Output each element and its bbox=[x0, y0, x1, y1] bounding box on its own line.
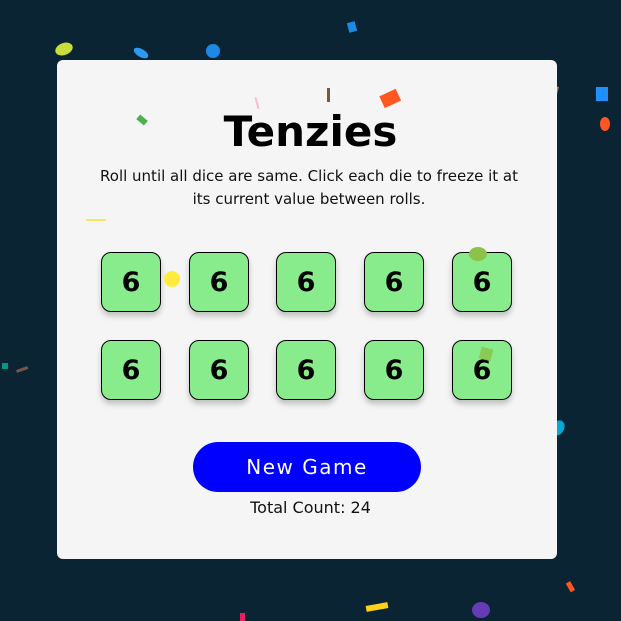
confetti-piece bbox=[346, 21, 358, 33]
new-game-button[interactable]: New Game bbox=[193, 442, 421, 492]
confetti-piece bbox=[240, 613, 245, 621]
confetti-piece bbox=[365, 602, 389, 612]
confetti-piece bbox=[16, 366, 29, 373]
confetti-piece bbox=[472, 602, 490, 618]
confetti-piece bbox=[565, 581, 576, 593]
confetti-piece bbox=[55, 42, 73, 56]
confetti-piece bbox=[596, 87, 608, 101]
game-instructions: Roll until all dice are same. Click each… bbox=[100, 167, 518, 208]
die-10[interactable]: 6 bbox=[452, 340, 512, 400]
confetti-piece bbox=[2, 363, 8, 369]
die-7[interactable]: 6 bbox=[189, 340, 249, 400]
die-8[interactable]: 6 bbox=[276, 340, 336, 400]
dice-grid: 6 6 6 6 6 6 6 6 6 6 bbox=[101, 252, 513, 402]
game-title: Tenzies bbox=[223, 107, 398, 156]
die-5[interactable]: 6 bbox=[452, 252, 512, 312]
die-9[interactable]: 6 bbox=[364, 340, 424, 400]
total-count-label: Total Count: bbox=[250, 498, 351, 517]
total-count: Total Count: 24 bbox=[0, 497, 621, 519]
die-3[interactable]: 6 bbox=[276, 252, 336, 312]
die-1[interactable]: 6 bbox=[101, 252, 161, 312]
die-2[interactable]: 6 bbox=[189, 252, 249, 312]
confetti-piece bbox=[206, 44, 220, 58]
die-4[interactable]: 6 bbox=[364, 252, 424, 312]
confetti-piece bbox=[133, 47, 149, 59]
total-count-value: 24 bbox=[350, 498, 371, 517]
die-6[interactable]: 6 bbox=[101, 340, 161, 400]
